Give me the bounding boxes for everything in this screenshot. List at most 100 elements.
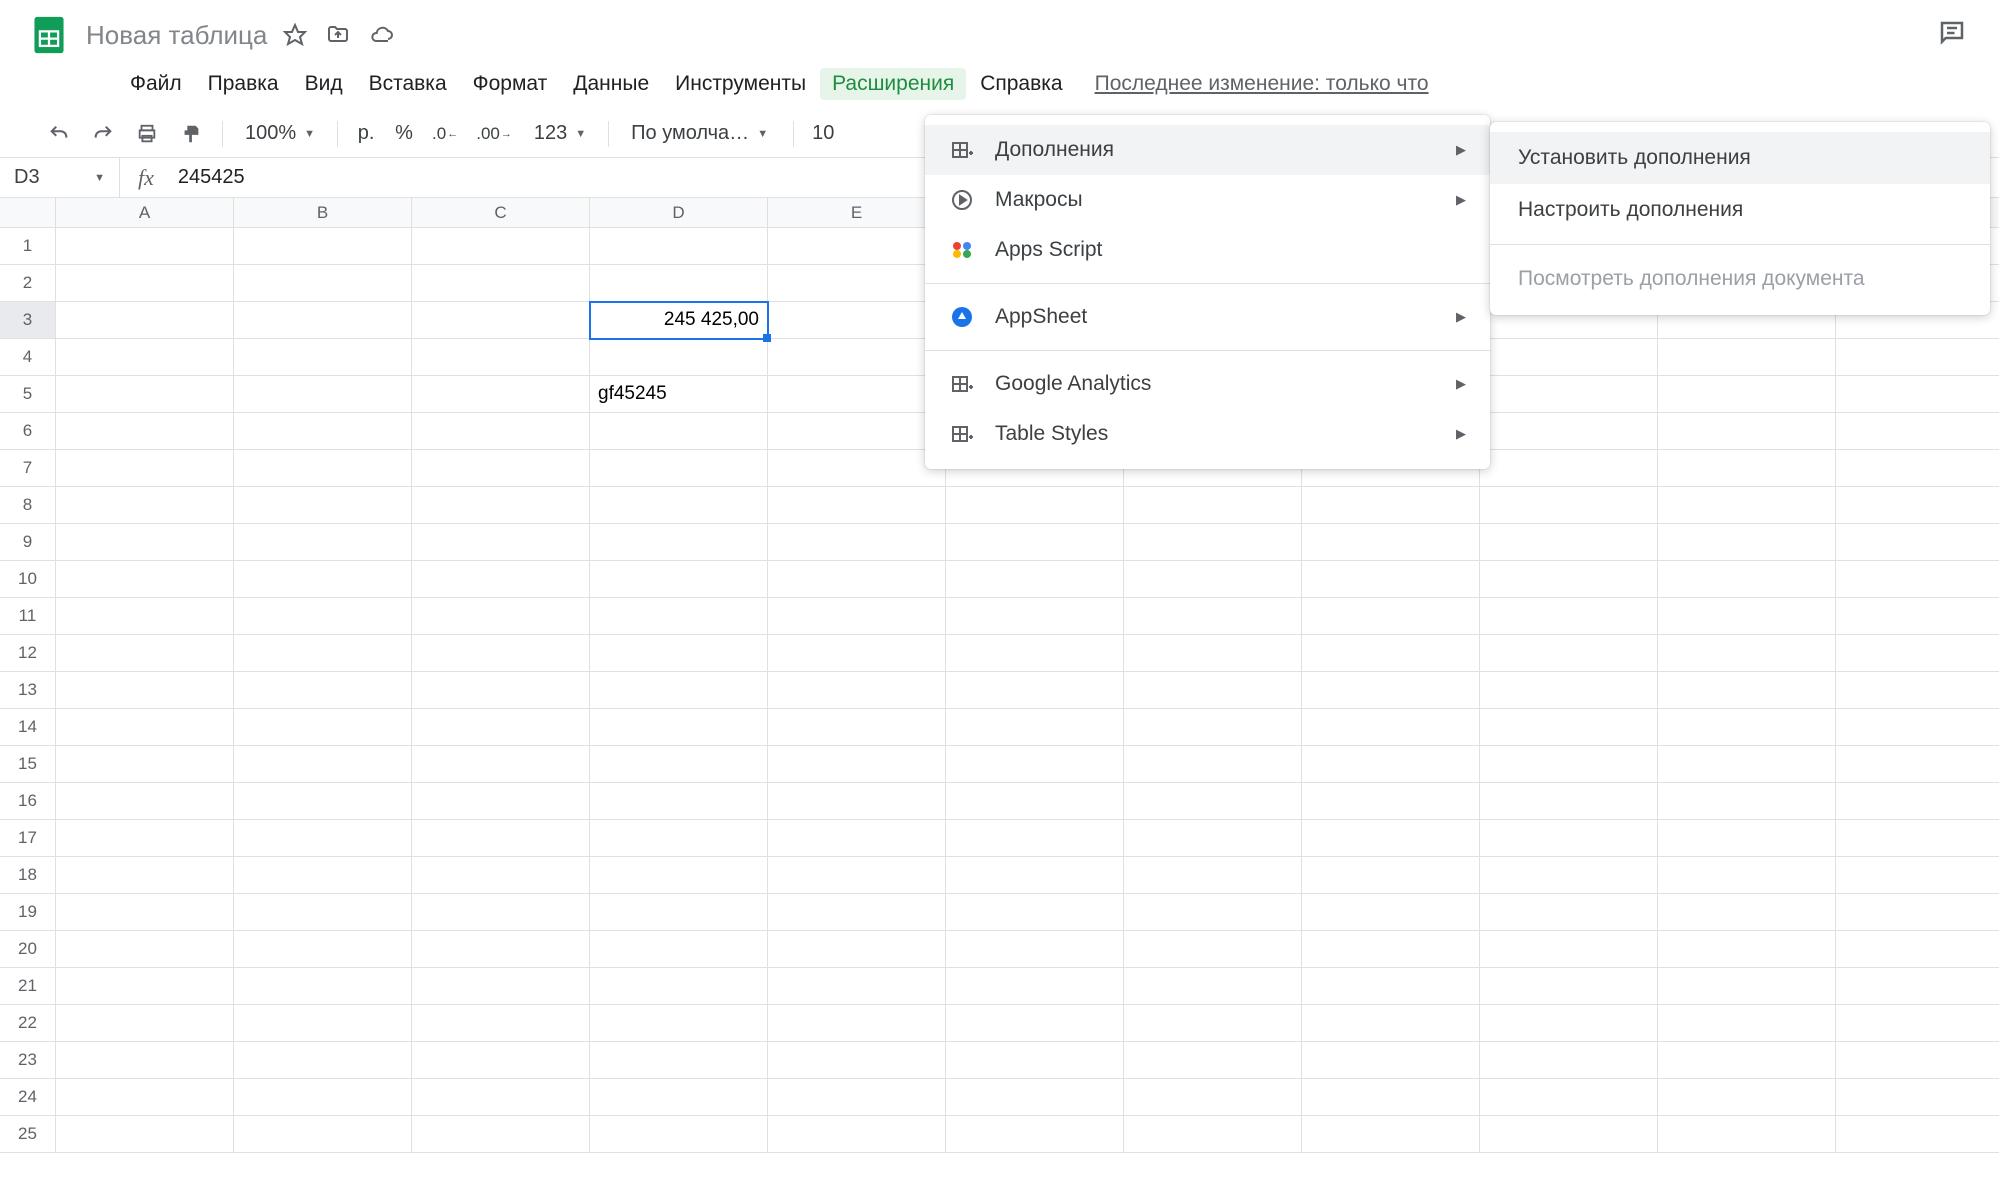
cell-G25[interactable] — [1124, 1116, 1302, 1153]
cell-J6[interactable] — [1658, 413, 1836, 450]
cell-H9[interactable] — [1302, 524, 1480, 561]
cell-E7[interactable] — [768, 450, 946, 487]
cell-G13[interactable] — [1124, 672, 1302, 709]
cell-E19[interactable] — [768, 894, 946, 931]
cell-H11[interactable] — [1302, 598, 1480, 635]
cell-E16[interactable] — [768, 783, 946, 820]
cell-B4[interactable] — [234, 339, 412, 376]
cell-C10[interactable] — [412, 561, 590, 598]
cell-H18[interactable] — [1302, 857, 1480, 894]
cell-D21[interactable] — [590, 968, 768, 1005]
row-header-7[interactable]: 7 — [0, 450, 56, 487]
cell-A12[interactable] — [56, 635, 234, 672]
cell-J12[interactable] — [1658, 635, 1836, 672]
cell-K11[interactable] — [1836, 598, 1999, 635]
menu-help[interactable]: Справка — [968, 68, 1074, 100]
cell-I15[interactable] — [1480, 746, 1658, 783]
menu-item-apps-script[interactable]: Apps Script — [925, 225, 1490, 275]
cell-K10[interactable] — [1836, 561, 1999, 598]
cell-C15[interactable] — [412, 746, 590, 783]
menu-item-appsheet[interactable]: AppSheet▶ — [925, 292, 1490, 342]
cell-K16[interactable] — [1836, 783, 1999, 820]
submenu-item-установить-дополнения[interactable]: Установить дополнения — [1490, 132, 1990, 184]
decrease-decimal-button[interactable]: .0← — [426, 117, 464, 151]
cell-B5[interactable] — [234, 376, 412, 413]
cell-J5[interactable] — [1658, 376, 1836, 413]
cell-F15[interactable] — [946, 746, 1124, 783]
cell-J20[interactable] — [1658, 931, 1836, 968]
cell-J24[interactable] — [1658, 1079, 1836, 1116]
cell-D6[interactable] — [590, 413, 768, 450]
cell-E3[interactable] — [768, 302, 946, 339]
column-header-A[interactable]: A — [56, 198, 234, 228]
cell-A18[interactable] — [56, 857, 234, 894]
cell-D10[interactable] — [590, 561, 768, 598]
cell-B14[interactable] — [234, 709, 412, 746]
document-title[interactable]: Новая таблица — [86, 20, 267, 51]
cell-E17[interactable] — [768, 820, 946, 857]
cell-F9[interactable] — [946, 524, 1124, 561]
cell-A24[interactable] — [56, 1079, 234, 1116]
cell-B9[interactable] — [234, 524, 412, 561]
cell-E22[interactable] — [768, 1005, 946, 1042]
cell-D13[interactable] — [590, 672, 768, 709]
cell-K13[interactable] — [1836, 672, 1999, 709]
cell-F21[interactable] — [946, 968, 1124, 1005]
cell-H23[interactable] — [1302, 1042, 1480, 1079]
cell-I20[interactable] — [1480, 931, 1658, 968]
cell-G9[interactable] — [1124, 524, 1302, 561]
cell-C2[interactable] — [412, 265, 590, 302]
cell-D25[interactable] — [590, 1116, 768, 1153]
number-format-select[interactable]: 123▼ — [524, 118, 596, 149]
cell-D15[interactable] — [590, 746, 768, 783]
cell-E18[interactable] — [768, 857, 946, 894]
cell-A23[interactable] — [56, 1042, 234, 1079]
cell-B12[interactable] — [234, 635, 412, 672]
cell-B7[interactable] — [234, 450, 412, 487]
move-folder-icon[interactable] — [325, 23, 351, 47]
cell-B10[interactable] — [234, 561, 412, 598]
cell-I12[interactable] — [1480, 635, 1658, 672]
cell-A16[interactable] — [56, 783, 234, 820]
cell-K23[interactable] — [1836, 1042, 1999, 1079]
cell-J11[interactable] — [1658, 598, 1836, 635]
cell-G10[interactable] — [1124, 561, 1302, 598]
cell-K15[interactable] — [1836, 746, 1999, 783]
cell-A7[interactable] — [56, 450, 234, 487]
cell-C1[interactable] — [412, 228, 590, 265]
cell-K22[interactable] — [1836, 1005, 1999, 1042]
row-header-16[interactable]: 16 — [0, 783, 56, 820]
cell-B13[interactable] — [234, 672, 412, 709]
row-header-2[interactable]: 2 — [0, 265, 56, 302]
row-header-11[interactable]: 11 — [0, 598, 56, 635]
cell-B6[interactable] — [234, 413, 412, 450]
cell-C21[interactable] — [412, 968, 590, 1005]
column-header-B[interactable]: B — [234, 198, 412, 228]
cell-F23[interactable] — [946, 1042, 1124, 1079]
cell-E13[interactable] — [768, 672, 946, 709]
cell-C11[interactable] — [412, 598, 590, 635]
cell-A9[interactable] — [56, 524, 234, 561]
cell-G12[interactable] — [1124, 635, 1302, 672]
font-size-input[interactable]: 10 — [806, 122, 840, 145]
cell-H10[interactable] — [1302, 561, 1480, 598]
paint-format-button[interactable] — [172, 117, 210, 151]
cell-A5[interactable] — [56, 376, 234, 413]
row-header-24[interactable]: 24 — [0, 1079, 56, 1116]
cell-D11[interactable] — [590, 598, 768, 635]
menu-format[interactable]: Формат — [461, 68, 560, 100]
cell-G14[interactable] — [1124, 709, 1302, 746]
row-header-5[interactable]: 5 — [0, 376, 56, 413]
cell-D2[interactable] — [590, 265, 768, 302]
cell-C23[interactable] — [412, 1042, 590, 1079]
cell-E25[interactable] — [768, 1116, 946, 1153]
cell-F19[interactable] — [946, 894, 1124, 931]
submenu-item-настроить-дополнения[interactable]: Настроить дополнения — [1490, 184, 1990, 236]
cell-F11[interactable] — [946, 598, 1124, 635]
cell-I14[interactable] — [1480, 709, 1658, 746]
cell-G20[interactable] — [1124, 931, 1302, 968]
name-box[interactable]: D3▼ — [0, 158, 120, 197]
cell-I10[interactable] — [1480, 561, 1658, 598]
cell-J23[interactable] — [1658, 1042, 1836, 1079]
cell-E5[interactable] — [768, 376, 946, 413]
